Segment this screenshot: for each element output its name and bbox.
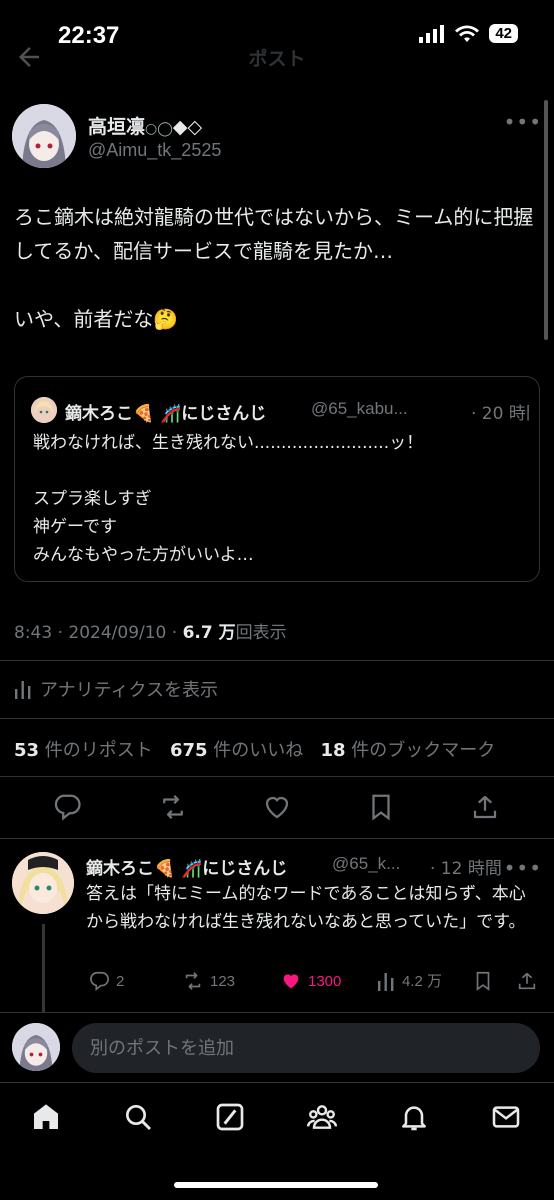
bookmarks-count: 18 (320, 740, 346, 761)
more-options-icon[interactable]: ••• (504, 110, 542, 134)
repost-icon[interactable] (158, 792, 188, 822)
liked-heart-icon (283, 974, 299, 989)
analytics-icon (378, 972, 394, 991)
quoted-post[interactable]: 鏑木ろこ🍕 🎢にじさんじ @65_kabu... · 20 時間 戦わなければ、… (14, 376, 540, 582)
analytics-icon (15, 681, 31, 699)
author-name: 高垣凛○◯◆◇ (88, 116, 203, 138)
reply-time: · 12 時間 (430, 859, 502, 879)
likes-count: 675 (169, 740, 208, 761)
post-timestamp: 8:43 · 2024/09/10 · (14, 623, 183, 643)
reply-likes-count: 1300 (308, 972, 342, 990)
likes-stat[interactable]: 675 件のいいね (170, 740, 303, 761)
reposts-label: 件のリポスト (44, 740, 153, 761)
reply-replies-count: 2 (116, 972, 125, 990)
reply-views-count: 4.2 万 (402, 973, 443, 990)
bubbles-icon: ○◯ (145, 121, 173, 137)
reply-icon (90, 971, 109, 991)
like-icon[interactable] (262, 792, 292, 822)
share-icon[interactable] (516, 970, 538, 992)
reply-author-name: 鏑木ろこ🍕 🎢にじさんじ (86, 859, 288, 879)
home-icon[interactable] (30, 1101, 62, 1133)
analytics-label: アナリティクスを表示 (40, 680, 219, 701)
reposts-stat[interactable]: 53 件のリポスト (14, 740, 153, 761)
divider (0, 660, 554, 661)
quoted-post-header: 鏑木ろこ🍕 🎢にじさんじ @65_kabu... · 20 時間 (31, 397, 529, 425)
quoted-author-handle: @65_kabu... (311, 399, 408, 418)
likes-label: 件のいいね (213, 740, 304, 761)
reply-reply-button[interactable]: 2 (88, 970, 124, 992)
view-analytics-link[interactable]: アナリティクスを表示 (14, 676, 218, 702)
messages-icon[interactable] (490, 1101, 522, 1133)
views-count: 6.7 万 (182, 623, 236, 643)
engagement-counts: 53 件のリポスト 675 件のいいね 18 件のブックマーク (14, 736, 495, 762)
divider (0, 838, 554, 839)
post-actions (0, 792, 554, 824)
post-author[interactable]: 高垣凛○◯◆◇ @Aimu_tk_2525 ••• (12, 104, 542, 168)
grok-icon[interactable] (214, 1101, 246, 1133)
search-icon[interactable] (122, 1101, 154, 1133)
scrollbar[interactable] (544, 100, 548, 340)
reply-views-button[interactable]: 4.2 万 (376, 970, 442, 991)
nav-header: ポスト (0, 36, 554, 76)
thread-line (42, 924, 45, 1012)
reply-author-handle: @65_k... (332, 854, 401, 873)
post-meta: 8:43 · 2024/09/10 · 6.7 万回表示 (14, 618, 287, 643)
bookmarks-stat[interactable]: 18 件のブックマーク (320, 740, 495, 761)
repost-icon (185, 972, 201, 990)
quoted-post-text: 戦わなければ、生き残れない.........................ッ！… (33, 433, 424, 565)
author-avatar[interactable] (12, 104, 76, 168)
reposts-count: 53 (14, 740, 40, 761)
reply-like-button[interactable]: 1300 (280, 970, 341, 992)
author-handle: @Aimu_tk_2525 (88, 140, 222, 160)
quoted-author-avatar (31, 397, 57, 423)
reply-more-options-icon[interactable]: ••• (504, 856, 542, 880)
bookmark-icon[interactable] (366, 792, 396, 822)
quoted-post-time: · 20 時間 (471, 404, 529, 424)
reply-post[interactable]: 鏑木ろこ🍕 🎢にじさんじ @65_k... · 12 時間 ••• 答えは「特に… (12, 852, 542, 1012)
bookmarks-label: 件のブックマーク (351, 740, 496, 761)
post-text: ろこ鏑木は絶対龍騎の世代ではないから、ミーム的に把握してるか、配信サービスで龍騎… (14, 205, 534, 331)
reply-text: 答えは「特にミーム的なワードであることは知らず、本心から戦わなければ生き残れない… (86, 884, 526, 932)
my-avatar (12, 1023, 60, 1071)
reply-actions: 2 123 1300 4.2 万 (86, 970, 542, 998)
home-indicator (174, 1182, 378, 1188)
author-name-suffix: ◆◇ (172, 116, 203, 138)
divider (0, 718, 554, 719)
notifications-icon[interactable] (398, 1101, 430, 1133)
divider (0, 776, 554, 777)
add-post-input[interactable] (72, 1023, 540, 1073)
reply-repost-button[interactable]: 123 (182, 970, 235, 992)
reply-reposts-count: 123 (210, 972, 236, 990)
bookmark-icon[interactable] (472, 970, 494, 992)
bottom-tab-bar (0, 1082, 554, 1200)
reply-icon[interactable] (52, 792, 82, 822)
page-title: ポスト (248, 48, 306, 70)
views-label: 回表示 (235, 623, 287, 643)
compose-bar (0, 1012, 554, 1082)
reply-author-avatar[interactable] (12, 852, 74, 914)
reply-header: 鏑木ろこ🍕 🎢にじさんじ @65_k... · 12 時間 (86, 854, 502, 879)
share-icon[interactable] (470, 792, 500, 822)
quoted-author-name: 鏑木ろこ🍕 🎢にじさんじ (65, 404, 267, 424)
communities-icon[interactable] (306, 1101, 338, 1133)
